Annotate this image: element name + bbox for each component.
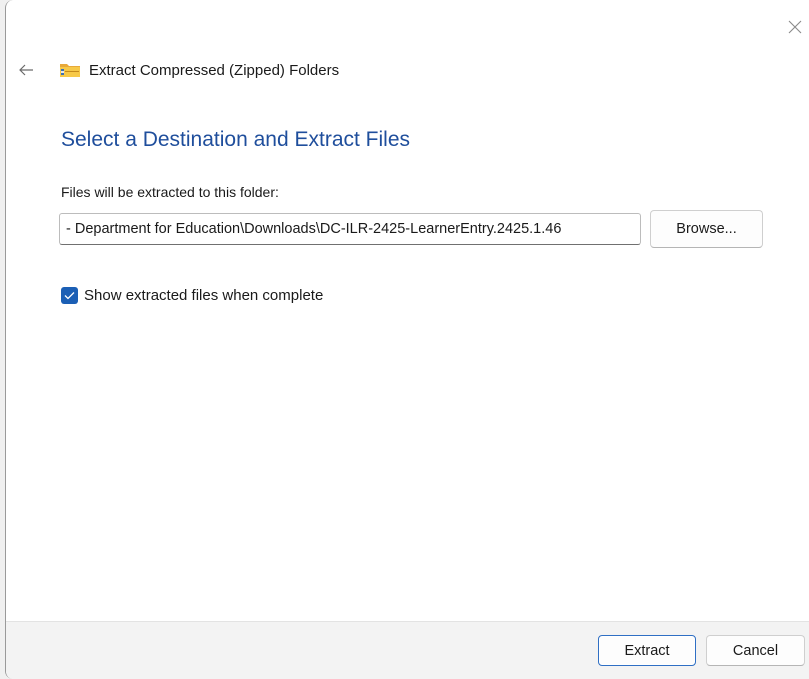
show-files-label: Show extracted files when complete	[84, 287, 324, 304]
destination-label: Files will be extracted to this folder:	[61, 184, 279, 200]
cancel-button[interactable]: Cancel	[706, 635, 805, 666]
dialog-footer: Extract Cancel	[6, 621, 809, 679]
dialog-title-row: Extract Compressed (Zipped) Folders	[59, 59, 339, 81]
page-heading: Select a Destination and Extract Files	[61, 128, 411, 151]
show-files-option[interactable]: Show extracted files when complete	[61, 287, 323, 304]
checkmark-icon	[64, 292, 75, 300]
close-icon	[788, 20, 802, 34]
zipped-folder-icon	[60, 64, 80, 77]
back-button[interactable]	[16, 60, 36, 80]
browse-button[interactable]: Browse...	[650, 210, 763, 248]
extract-dialog: Extract Compressed (Zipped) Folders Sele…	[5, 0, 809, 679]
close-button[interactable]	[781, 14, 809, 40]
extract-button[interactable]: Extract	[598, 635, 696, 666]
destination-path-input[interactable]	[59, 213, 641, 245]
back-arrow-icon	[19, 64, 33, 76]
show-files-checkbox[interactable]	[61, 287, 78, 304]
dialog-title: Extract Compressed (Zipped) Folders	[89, 61, 340, 79]
